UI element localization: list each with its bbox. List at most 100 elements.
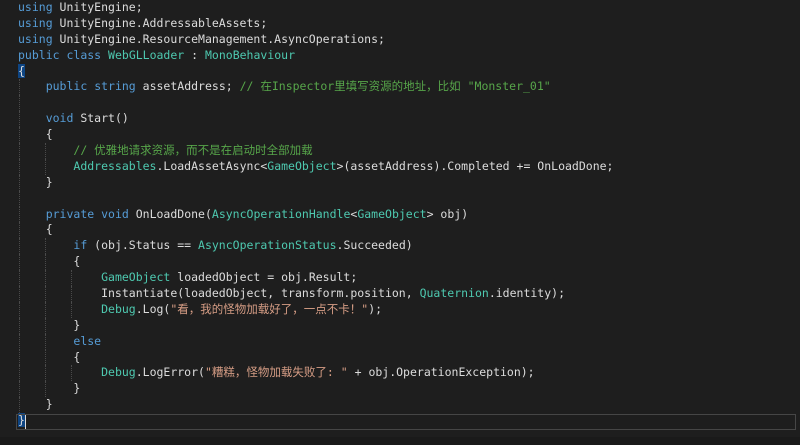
keyword-token: string [94, 79, 136, 94]
code-token: loadedObject = obj.Result; [170, 270, 358, 285]
indent-guide [19, 397, 20, 414]
indent-guide [45, 143, 46, 159]
code-token: { [18, 349, 81, 364]
keyword-token: void [101, 206, 129, 221]
code-line[interactable] [18, 190, 800, 207]
code-token: UnityEngine; [52, 0, 143, 14]
keyword-token: else [73, 333, 102, 348]
code-token: .Succeeded) [336, 238, 413, 253]
code-line[interactable]: GameObject loadedObject = obj.Result; [18, 270, 800, 287]
code-token: .LoadAssetAsync< [156, 158, 268, 173]
code-line[interactable]: if (obj.Status == AsyncOperationStatus.S… [18, 238, 800, 255]
keyword-token: using [18, 0, 53, 14]
indent-guide [45, 286, 46, 302]
type-token: Debug [101, 301, 136, 316]
code-line[interactable]: } [18, 397, 800, 414]
indent-guide [19, 333, 20, 350]
code-line[interactable]: { [18, 254, 800, 271]
indent-guide [45, 365, 46, 382]
keyword-token: class [66, 47, 102, 62]
code-token: .Log( [135, 301, 171, 316]
code-token: } [18, 397, 53, 412]
current-line-highlight [16, 414, 796, 430]
code-line[interactable]: Debug.LogError("糟糕，怪物加载失败了: " + obj.Oper… [18, 365, 800, 382]
code-token: { [18, 127, 53, 142]
indent-guide [19, 143, 20, 159]
type-token: Debug [101, 365, 136, 380]
indent-guide [19, 381, 20, 398]
type-token: AsyncOperationStatus [198, 238, 337, 253]
code-token: >(assetAddress).Completed += OnLoadDone; [336, 158, 614, 173]
indent-guide [19, 111, 20, 128]
indent-guide [45, 333, 46, 350]
indent-guide [19, 270, 20, 287]
indent-guide [19, 254, 20, 271]
matched-brace: { [18, 63, 25, 78]
code-line[interactable]: public class WebGLLoader : MonoBehaviour [18, 48, 800, 64]
indent-guide [71, 286, 72, 302]
keyword-token: private [45, 206, 95, 221]
code-line[interactable]: public string assetAddress; // 在Inspecto… [18, 79, 800, 96]
indent-guide [19, 301, 20, 318]
code-line[interactable]: { [18, 63, 800, 80]
code-line[interactable]: } [18, 174, 800, 191]
code-line[interactable]: { [18, 222, 800, 239]
indent-guide [45, 254, 46, 271]
indent-guide [19, 190, 20, 207]
indent-guide [45, 381, 46, 398]
code-line[interactable]: Addressables.LoadAssetAsync<GameObject>(… [18, 158, 800, 175]
code-token: UnityEngine.ResourceManagement.AsyncOper… [52, 31, 385, 46]
code-token: .LogError( [135, 365, 205, 380]
indent-guide [19, 365, 20, 382]
code-token: OnLoadDone( [128, 206, 212, 221]
code-line[interactable]: { [18, 349, 800, 366]
code-line[interactable]: { [18, 127, 800, 144]
indent-guide [45, 158, 46, 175]
text-cursor [25, 415, 26, 429]
indent-guide [45, 301, 46, 318]
indent-guide [19, 79, 20, 96]
type-token: Quaternion [419, 286, 489, 301]
indent-guide [19, 222, 20, 239]
indent-guide [19, 286, 20, 302]
code-line[interactable]: using UnityEngine; [18, 0, 800, 16]
code-editor[interactable]: using UnityEngine; using UnityEngine.Addr… [0, 0, 800, 445]
code-line[interactable]: Instantiate(loadedObject, transform.posi… [18, 286, 800, 302]
type-token: AsyncOperationHandle [211, 206, 351, 221]
code-token: UnityEngine.AddressableAssets; [52, 15, 268, 30]
type-token: MonoBehaviour [205, 47, 296, 62]
code-line[interactable]: // 优雅地请求资源，而不是在启动时全部加载 [18, 143, 800, 159]
type-token: WebGLLoader [108, 47, 185, 62]
code-token: ); [368, 301, 383, 316]
code-token: + obj.OperationException); [347, 365, 535, 380]
code-line[interactable]: Debug.Log("看，我的怪物加载好了，一点不卡！"); [18, 301, 800, 318]
code-area[interactable]: using UnityEngine; using UnityEngine.Addr… [18, 0, 800, 429]
code-line[interactable]: } [18, 317, 800, 334]
code-line[interactable]: void Start() [18, 111, 800, 128]
code-token: Start() [73, 111, 129, 126]
code-line[interactable] [18, 95, 800, 112]
type-token: GameObject [267, 158, 337, 173]
type-token: GameObject [357, 206, 427, 221]
code-token: Instantiate(loadedObject, transform.posi… [18, 286, 420, 301]
code-line[interactable]: else [18, 333, 800, 350]
string-literal: "糟糕，怪物加载失败了: " [204, 365, 348, 380]
code-token: } [18, 174, 53, 189]
code-line[interactable]: using UnityEngine.ResourceManagement.Asy… [18, 32, 800, 48]
code-token: > obj) [426, 206, 469, 221]
code-line[interactable]: private void OnLoadDone(AsyncOperationHa… [18, 206, 800, 223]
code-line[interactable]: using UnityEngine.AddressableAssets; [18, 16, 800, 32]
keyword-token: public [45, 79, 88, 94]
indent-guide [19, 317, 20, 334]
indent-guide [45, 349, 46, 366]
indent-guide [71, 365, 72, 382]
code-token: (obj.Status == [87, 238, 199, 253]
code-line[interactable]: } [18, 381, 800, 398]
code-token: } [18, 317, 81, 332]
